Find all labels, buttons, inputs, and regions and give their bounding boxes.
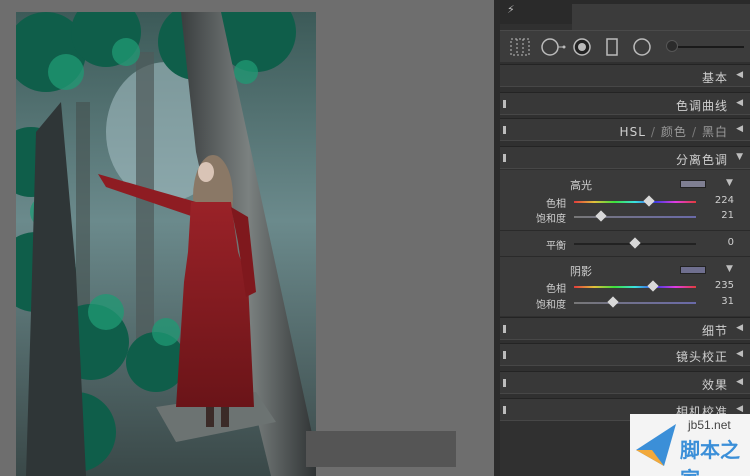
photo-preview[interactable] [16, 12, 316, 476]
tab-hsl[interactable]: HSL [620, 125, 646, 139]
panel-switch-icon[interactable] [503, 126, 506, 134]
watermark: jb51.net 脚本之家 [630, 414, 750, 476]
photo-canvas [0, 0, 494, 476]
red-eye-icon[interactable] [572, 38, 592, 56]
collapse-down-icon[interactable]: ▼ [726, 178, 733, 188]
panel-switch-icon[interactable] [503, 100, 506, 108]
collapse-left-icon[interactable]: ◀ [736, 377, 743, 387]
panel-detail[interactable]: 细节 ◀ [500, 317, 750, 340]
balance-knob[interactable] [629, 237, 641, 249]
panel-switch-icon[interactable] [503, 351, 506, 359]
panel-tone-curve-title: 色调曲线 [675, 99, 728, 113]
panel-basic-title: 基本 [701, 71, 728, 85]
brush-size-knob[interactable] [666, 40, 678, 52]
collapse-left-icon[interactable]: ◀ [736, 323, 743, 333]
panel-tone-curve[interactable]: 色调曲线 ◀ [500, 92, 750, 115]
graduated-filter-icon[interactable] [604, 38, 620, 56]
highlights-hue-label: 色相 [546, 199, 566, 210]
collapse-down-icon[interactable]: ▼ [726, 264, 733, 274]
watermark-brand: 脚本之家 [680, 438, 740, 476]
paper-plane-icon [636, 424, 676, 466]
panel-basic[interactable]: 基本 ◀ [500, 64, 750, 87]
divider [500, 230, 750, 231]
tab-bw[interactable]: 黑白 [702, 125, 728, 139]
tab-color[interactable]: 颜色 [661, 125, 687, 139]
shadows-hue-slider[interactable] [574, 286, 696, 288]
canvas-overlay-block [306, 431, 456, 467]
highlights-label: 高光 [570, 179, 592, 192]
panel-effects[interactable]: 效果 ◀ [500, 371, 750, 394]
shadows-saturation-slider[interactable] [574, 302, 696, 304]
collapse-left-icon[interactable]: ◀ [736, 349, 743, 359]
highlights-saturation-knob[interactable] [595, 210, 607, 222]
shadows-hue-label: 色相 [546, 284, 566, 295]
panel-detail-title: 细节 [701, 324, 728, 338]
shadows-saturation-value[interactable]: 31 [706, 296, 734, 307]
highlights-hue-knob[interactable] [643, 195, 655, 207]
brush-size-track[interactable] [678, 46, 744, 48]
tool-strip [500, 30, 750, 62]
split-toning-body: 高光 ▼ 色相 224 饱和度 21 平衡 0 阴影 ▼ 色相 235 饱和度 … [500, 170, 750, 316]
balance-value[interactable]: 0 [706, 237, 734, 248]
balance-label: 平衡 [546, 241, 566, 252]
panel-split-toning-title: 分离色调 [675, 153, 728, 167]
shadows-label: 阴影 [570, 265, 592, 278]
panel-switch-icon[interactable] [503, 379, 506, 387]
spot-removal-icon[interactable] [540, 38, 566, 56]
panel-switch-icon[interactable] [503, 406, 506, 414]
highlights-hue-value[interactable]: 224 [706, 195, 734, 206]
panel-switch-icon[interactable] [503, 325, 506, 333]
develop-panel: ⚡ 基本 ◀ 色调曲线 ◀ HSL / 颜色 / 黑白 ◀ 分离色调 ▼ 高光 … [500, 0, 750, 476]
highlights-saturation-slider[interactable] [574, 216, 696, 218]
collapse-left-icon[interactable]: ◀ [736, 70, 743, 80]
panel-lens-corrections-title: 镜头校正 [675, 350, 728, 364]
collapse-left-icon[interactable]: ◀ [736, 124, 743, 134]
lightning-icon[interactable]: ⚡ [507, 3, 515, 16]
panel-effects-title: 效果 [701, 378, 728, 392]
highlights-hue-slider[interactable] [574, 201, 696, 203]
radial-filter-icon[interactable] [632, 38, 652, 56]
forest-photo [16, 12, 316, 476]
panel-lens-corrections[interactable]: 镜头校正 ◀ [500, 343, 750, 366]
watermark-domain: jb51.net [688, 418, 731, 432]
shadows-hue-knob[interactable] [647, 280, 659, 292]
collapse-down-icon[interactable]: ▼ [736, 152, 743, 162]
shadows-hue-value[interactable]: 235 [706, 280, 734, 291]
highlights-saturation-label: 饱和度 [536, 214, 566, 225]
collapse-left-icon[interactable]: ◀ [736, 404, 743, 414]
shadows-swatch[interactable] [680, 266, 706, 274]
crop-overlay-icon[interactable] [510, 38, 530, 56]
divider [500, 256, 750, 257]
panel-split-toning[interactable]: 分离色调 ▼ [500, 146, 750, 169]
collapse-left-icon[interactable]: ◀ [736, 98, 743, 108]
shadows-saturation-label: 饱和度 [536, 300, 566, 311]
panel-hsl[interactable]: HSL / 颜色 / 黑白 ◀ [500, 118, 750, 141]
shadows-saturation-knob[interactable] [607, 296, 619, 308]
highlights-saturation-value[interactable]: 21 [706, 210, 734, 221]
panel-switch-icon[interactable] [503, 154, 506, 162]
panel-hsl-title: HSL / 颜色 / 黑白 [619, 125, 728, 139]
highlights-swatch[interactable] [680, 180, 706, 188]
